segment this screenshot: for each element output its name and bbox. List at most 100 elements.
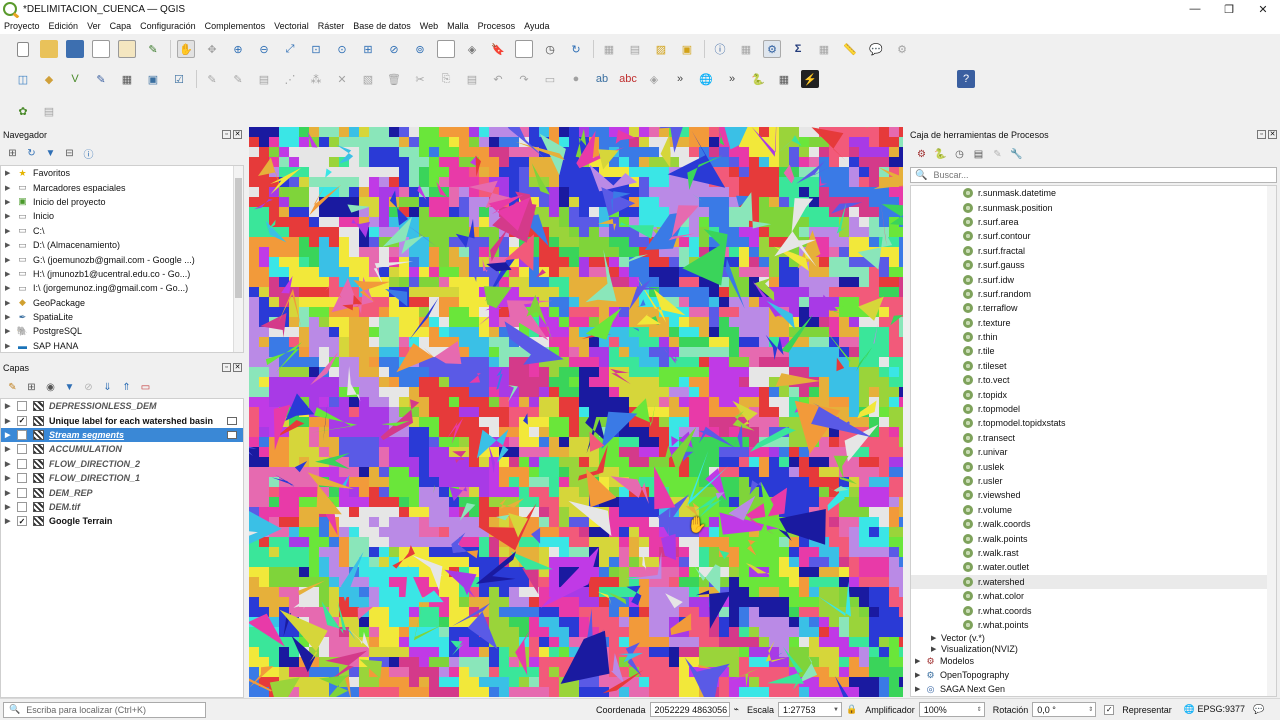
digitize-icon[interactable]: ✎ (203, 70, 221, 88)
algorithm-item[interactable]: r.walk.points (911, 531, 1276, 545)
new-shapefile-icon[interactable]: ▦ (118, 70, 136, 88)
temporal-controller-icon[interactable]: ◷ (541, 40, 559, 58)
add-feature-icon[interactable]: ⋰ (281, 70, 299, 88)
expand-arrow-icon[interactable]: ▶ (5, 342, 17, 350)
layer-indicator-icon[interactable] (227, 416, 237, 425)
map-canvas[interactable]: ✋ (249, 127, 903, 697)
close-panel-button[interactable]: ✕ (1268, 130, 1277, 139)
processing-group[interactable]: ▶ ◎ SAGA Next Gen (911, 682, 1276, 696)
expand-arrow-icon[interactable]: ▶ (5, 227, 17, 235)
algorithm-item[interactable]: r.tileset (911, 359, 1276, 373)
algorithm-item[interactable]: r.topidx (911, 387, 1276, 401)
open-project-icon[interactable] (40, 40, 58, 58)
layer-row[interactable]: ▶ ✓ Google Terrain (1, 514, 243, 528)
expand-arrow-icon[interactable]: ▶ (5, 299, 17, 307)
lock-scale-icon[interactable]: 🔒 (846, 704, 857, 715)
map-tips-icon[interactable]: 💬 (867, 40, 885, 58)
zoom-to-selection-icon[interactable]: ⊡ (307, 40, 325, 58)
expand-arrow-icon[interactable]: ▶ (931, 645, 941, 653)
algorithm-item[interactable]: r.transect (911, 431, 1276, 445)
algorithm-item[interactable]: r.sunmask.datetime (911, 186, 1276, 200)
attribute-table-icon[interactable]: ▦ (737, 40, 755, 58)
virtual-layer-icon[interactable]: ☑ (170, 70, 188, 88)
redo-icon[interactable]: ↷ (515, 70, 533, 88)
menu-item-complementos[interactable]: Complementos (205, 21, 266, 31)
expand-arrow-icon[interactable]: ▶ (915, 657, 925, 665)
layer-visibility-checkbox[interactable] (17, 501, 27, 512)
measure-icon[interactable]: 📏 (841, 40, 859, 58)
crs-button[interactable]: 🌐 EPSG:9377 (1184, 704, 1245, 715)
layer-visibility-checkbox[interactable] (17, 429, 27, 440)
menu-item-base-de-datos[interactable]: Base de datos (353, 21, 411, 31)
pin-labels-icon[interactable]: ◈ (645, 70, 663, 88)
algorithm-item[interactable]: r.univar (911, 445, 1276, 459)
layer-visibility-checkbox[interactable] (17, 473, 27, 484)
filter-legend-icon[interactable]: ▼ (63, 381, 76, 394)
algorithm-item[interactable]: r.uslek (911, 459, 1276, 473)
render-checkbox[interactable]: ✓ (1104, 704, 1115, 715)
close-button[interactable]: ✕ (1246, 0, 1280, 18)
algorithm-item[interactable]: r.watershed (911, 574, 1276, 589)
processing-search-input[interactable]: 🔍 Buscar... (910, 167, 1277, 183)
style-manager-icon[interactable]: ✎ (144, 40, 162, 58)
label-tool-icon[interactable]: ▭ (541, 70, 559, 88)
browser-item[interactable]: ▶ ▣ Inicio del proyecto (1, 195, 243, 209)
pan-map-icon[interactable]: ✋ (177, 40, 195, 58)
close-panel-button[interactable]: ✕ (233, 363, 242, 372)
vertical-scrollbar[interactable] (1267, 186, 1276, 696)
menu-item-ayuda[interactable]: Ayuda (524, 21, 549, 31)
expand-arrow-icon[interactable]: ▶ (915, 685, 925, 693)
select-location-icon[interactable]: ▣ (678, 40, 696, 58)
zoom-next-icon[interactable]: ⊚ (411, 40, 429, 58)
menu-item-ver[interactable]: Ver (87, 21, 101, 31)
expand-arrow-icon[interactable]: ▶ (5, 402, 17, 410)
filter-expression-icon[interactable]: ⊘ (82, 381, 95, 394)
browser-item[interactable]: ▶ ▬ SAP HANA (1, 339, 243, 352)
algorithm-item[interactable]: r.what.color (911, 589, 1276, 603)
new-3d-view-icon[interactable]: ◈ (463, 40, 481, 58)
layer-row[interactable]: ▶ FLOW_DIRECTION_2 (1, 457, 243, 471)
grass-options-icon[interactable]: ▤ (40, 102, 58, 120)
enable-properties-icon[interactable]: ⓘ (82, 147, 95, 161)
browser-item[interactable]: ▶ ▭ I:\ (jorgemunoz.ing@gmail.com - Go...) (1, 281, 243, 295)
vertex-tool-icon[interactable]: ⁂ (307, 70, 325, 88)
algorithm-item[interactable]: r.surf.area (911, 215, 1276, 229)
history-icon[interactable]: ◷ (953, 148, 966, 161)
layer-row[interactable]: ▶ DEPRESSIONLESS_DEM (1, 399, 243, 413)
delete-selected-icon[interactable]: 🗑 (385, 70, 403, 88)
plugin-lightning-icon[interactable]: ⚡ (801, 70, 819, 88)
layer-visibility-checkbox[interactable]: ✓ (17, 516, 27, 527)
layer-visibility-checkbox[interactable] (17, 487, 27, 498)
algorithm-item[interactable]: r.volume (911, 503, 1276, 517)
algorithm-item[interactable]: r.surf.fractal (911, 244, 1276, 258)
zoom-native-icon[interactable]: ⊞ (359, 40, 377, 58)
browser-item[interactable]: ▶ ▭ D:\ (Almacenamiento) (1, 238, 243, 252)
rotation-field[interactable]: 0,0 ° ⇕ (1032, 702, 1097, 717)
locator-search-input[interactable]: 🔍 Escriba para localizar (Ctrl+K) (3, 701, 206, 718)
menu-item-vectorial[interactable]: Vectorial (274, 21, 309, 31)
processing-group[interactable]: ▶ ⚙ Modelos (911, 654, 1276, 668)
algorithm-item[interactable]: r.surf.idw (911, 272, 1276, 286)
expand-arrow-icon[interactable]: ▶ (5, 517, 17, 525)
refresh-icon[interactable]: ↻ (567, 40, 585, 58)
browser-item[interactable]: ▶ ▭ Inicio (1, 209, 243, 223)
layout-manager-icon[interactable] (118, 40, 136, 58)
minimize-button[interactable]: — (1178, 0, 1212, 18)
browser-item[interactable]: ▶ ◆ GeoPackage (1, 296, 243, 310)
layer-row[interactable]: ▶ Stream segments (1, 427, 243, 443)
expand-arrow-icon[interactable]: ▶ (5, 256, 17, 264)
algorithm-item[interactable]: r.tile (911, 344, 1276, 358)
processing-group[interactable]: ▶ Vector (v.*) (911, 632, 1276, 643)
expand-arrow-icon[interactable]: ▶ (5, 284, 17, 292)
zoom-last-icon[interactable]: ⊘ (385, 40, 403, 58)
models-icon[interactable]: ⚙ (915, 148, 928, 161)
python-console-icon[interactable]: 🐍 (749, 70, 767, 88)
algorithm-item[interactable]: r.surf.gauss (911, 258, 1276, 272)
expand-arrow-icon[interactable]: ▶ (5, 313, 17, 321)
algorithm-item[interactable]: r.usler (911, 474, 1276, 488)
grass-tools-icon[interactable]: ✿ (14, 102, 32, 120)
menu-item-r-ster[interactable]: Ráster (318, 21, 345, 31)
layer-row[interactable]: ▶ DEM.tif (1, 500, 243, 514)
browser-item[interactable]: ▶ 🐘 PostgreSQL (1, 324, 243, 338)
algorithm-item[interactable]: r.to.vect (911, 373, 1276, 387)
